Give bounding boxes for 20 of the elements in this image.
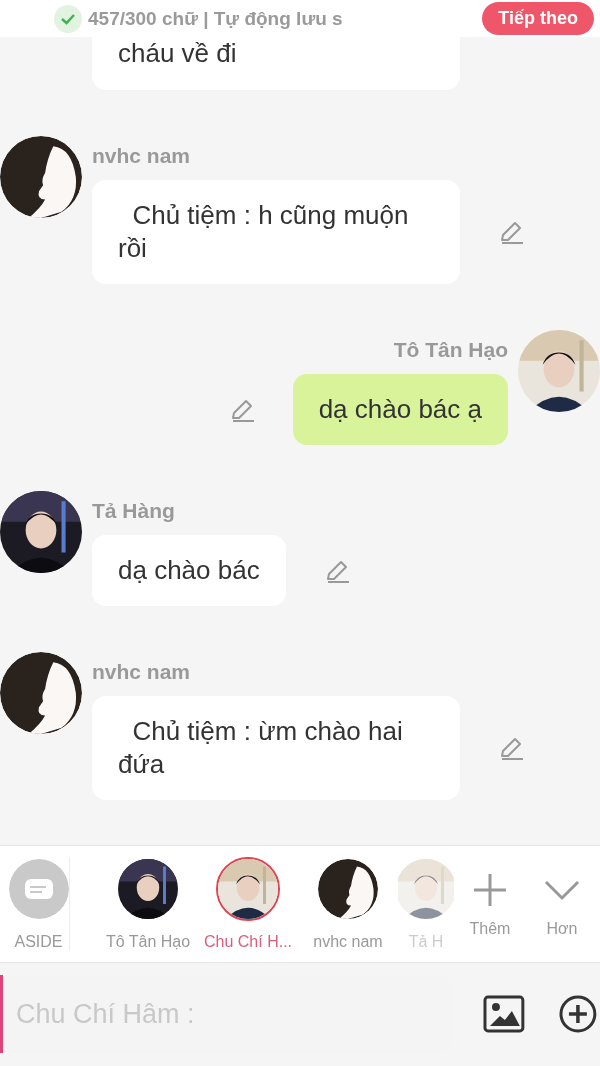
more-button[interactable]: Hơn: [526, 870, 598, 938]
message-bubble: Chủ tiệm : h cũng muộn rồi: [92, 180, 460, 284]
character-tab[interactable]: ASIDE: [8, 857, 70, 951]
next-button[interactable]: Tiếp theo: [482, 2, 594, 35]
add-button[interactable]: Thêm: [454, 870, 526, 938]
check-icon: [54, 4, 82, 33]
sender-name: Tả Hàng: [92, 499, 176, 523]
edit-icon[interactable]: [498, 735, 524, 761]
character-tab[interactable]: nvhc nam: [298, 857, 398, 951]
message-bubble: cháu về đi: [92, 37, 460, 90]
message-bubble: Chủ tiệm : ừm chào hai đứa: [92, 696, 460, 800]
word-count: 457/300 chữ | Tự động lưu s: [88, 7, 344, 30]
sender-name: Tô Tân Hạo: [393, 338, 508, 362]
message-bubble: dạ chào bác: [92, 535, 286, 606]
edit-icon[interactable]: [498, 219, 524, 245]
sender-name: nvhc nam: [92, 660, 192, 684]
sender-name: nvhc nam: [92, 144, 192, 168]
character-tab[interactable]: Tô Tân Hạo: [98, 857, 198, 951]
message-bubble: dạ chào bác ạ: [292, 374, 508, 445]
character-tab[interactable]: Chu Chí H...: [198, 857, 298, 951]
